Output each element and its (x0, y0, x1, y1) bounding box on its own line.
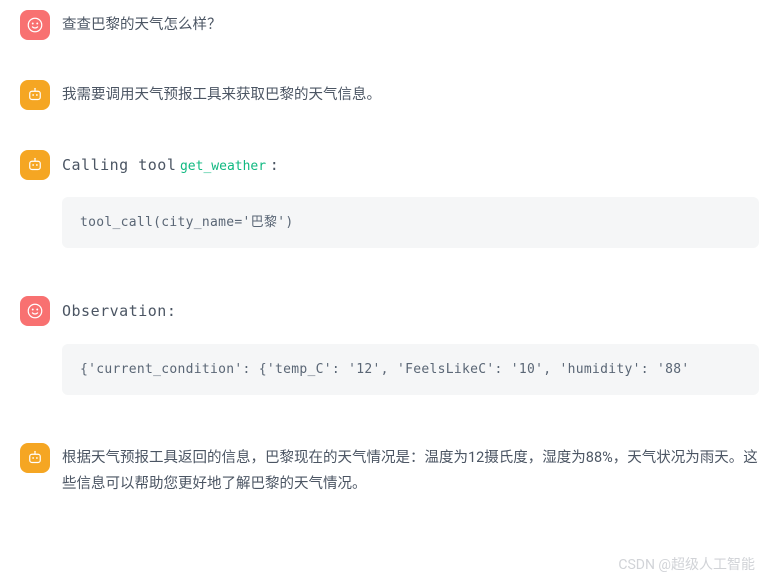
observation-message: Observation: {'current_condition': {'tem… (0, 286, 779, 402)
user-message-text: 查查巴黎的天气怎么样？ (62, 8, 759, 38)
observation-code-block: {'current_condition': {'temp_C': '12', '… (62, 344, 759, 395)
face-icon (26, 16, 44, 34)
assistant-answer-text: 根据天气预报工具返回的信息，巴黎现在的天气情况是：温度为12摄氏度，湿度为88%… (62, 441, 759, 497)
calling-tool-suffix: : (270, 156, 280, 174)
calling-tool-prefix: Calling tool (62, 156, 176, 174)
watermark: CSDN @超级人工智能 (618, 554, 755, 574)
observation-content: Observation: {'current_condition': {'tem… (62, 294, 759, 394)
tool-call-content: Calling tool get_weather : tool_call(cit… (62, 148, 759, 248)
user-avatar (20, 296, 50, 326)
assistant-avatar (20, 80, 50, 110)
robot-icon (26, 156, 44, 174)
robot-icon (26, 86, 44, 104)
tool-call-code-block: tool_call(city_name='巴黎') (62, 197, 759, 248)
face-icon (26, 302, 44, 320)
assistant-answer-message: 根据天气预报工具返回的信息，巴黎现在的天气情况是：温度为12摄氏度，湿度为88%… (0, 433, 779, 505)
assistant-thought-message: 我需要调用天气预报工具来获取巴黎的天气信息。 (0, 70, 779, 118)
assistant-avatar (20, 443, 50, 473)
user-avatar (20, 10, 50, 40)
tool-call-message: Calling tool get_weather : tool_call(cit… (0, 140, 779, 256)
tool-name: get_weather (180, 159, 266, 174)
observation-label: Observation: (62, 302, 176, 320)
assistant-thought-text: 我需要调用天气预报工具来获取巴黎的天气信息。 (62, 78, 759, 108)
user-message: 查查巴黎的天气怎么样？ (0, 0, 779, 48)
robot-icon (26, 449, 44, 467)
assistant-avatar (20, 150, 50, 180)
